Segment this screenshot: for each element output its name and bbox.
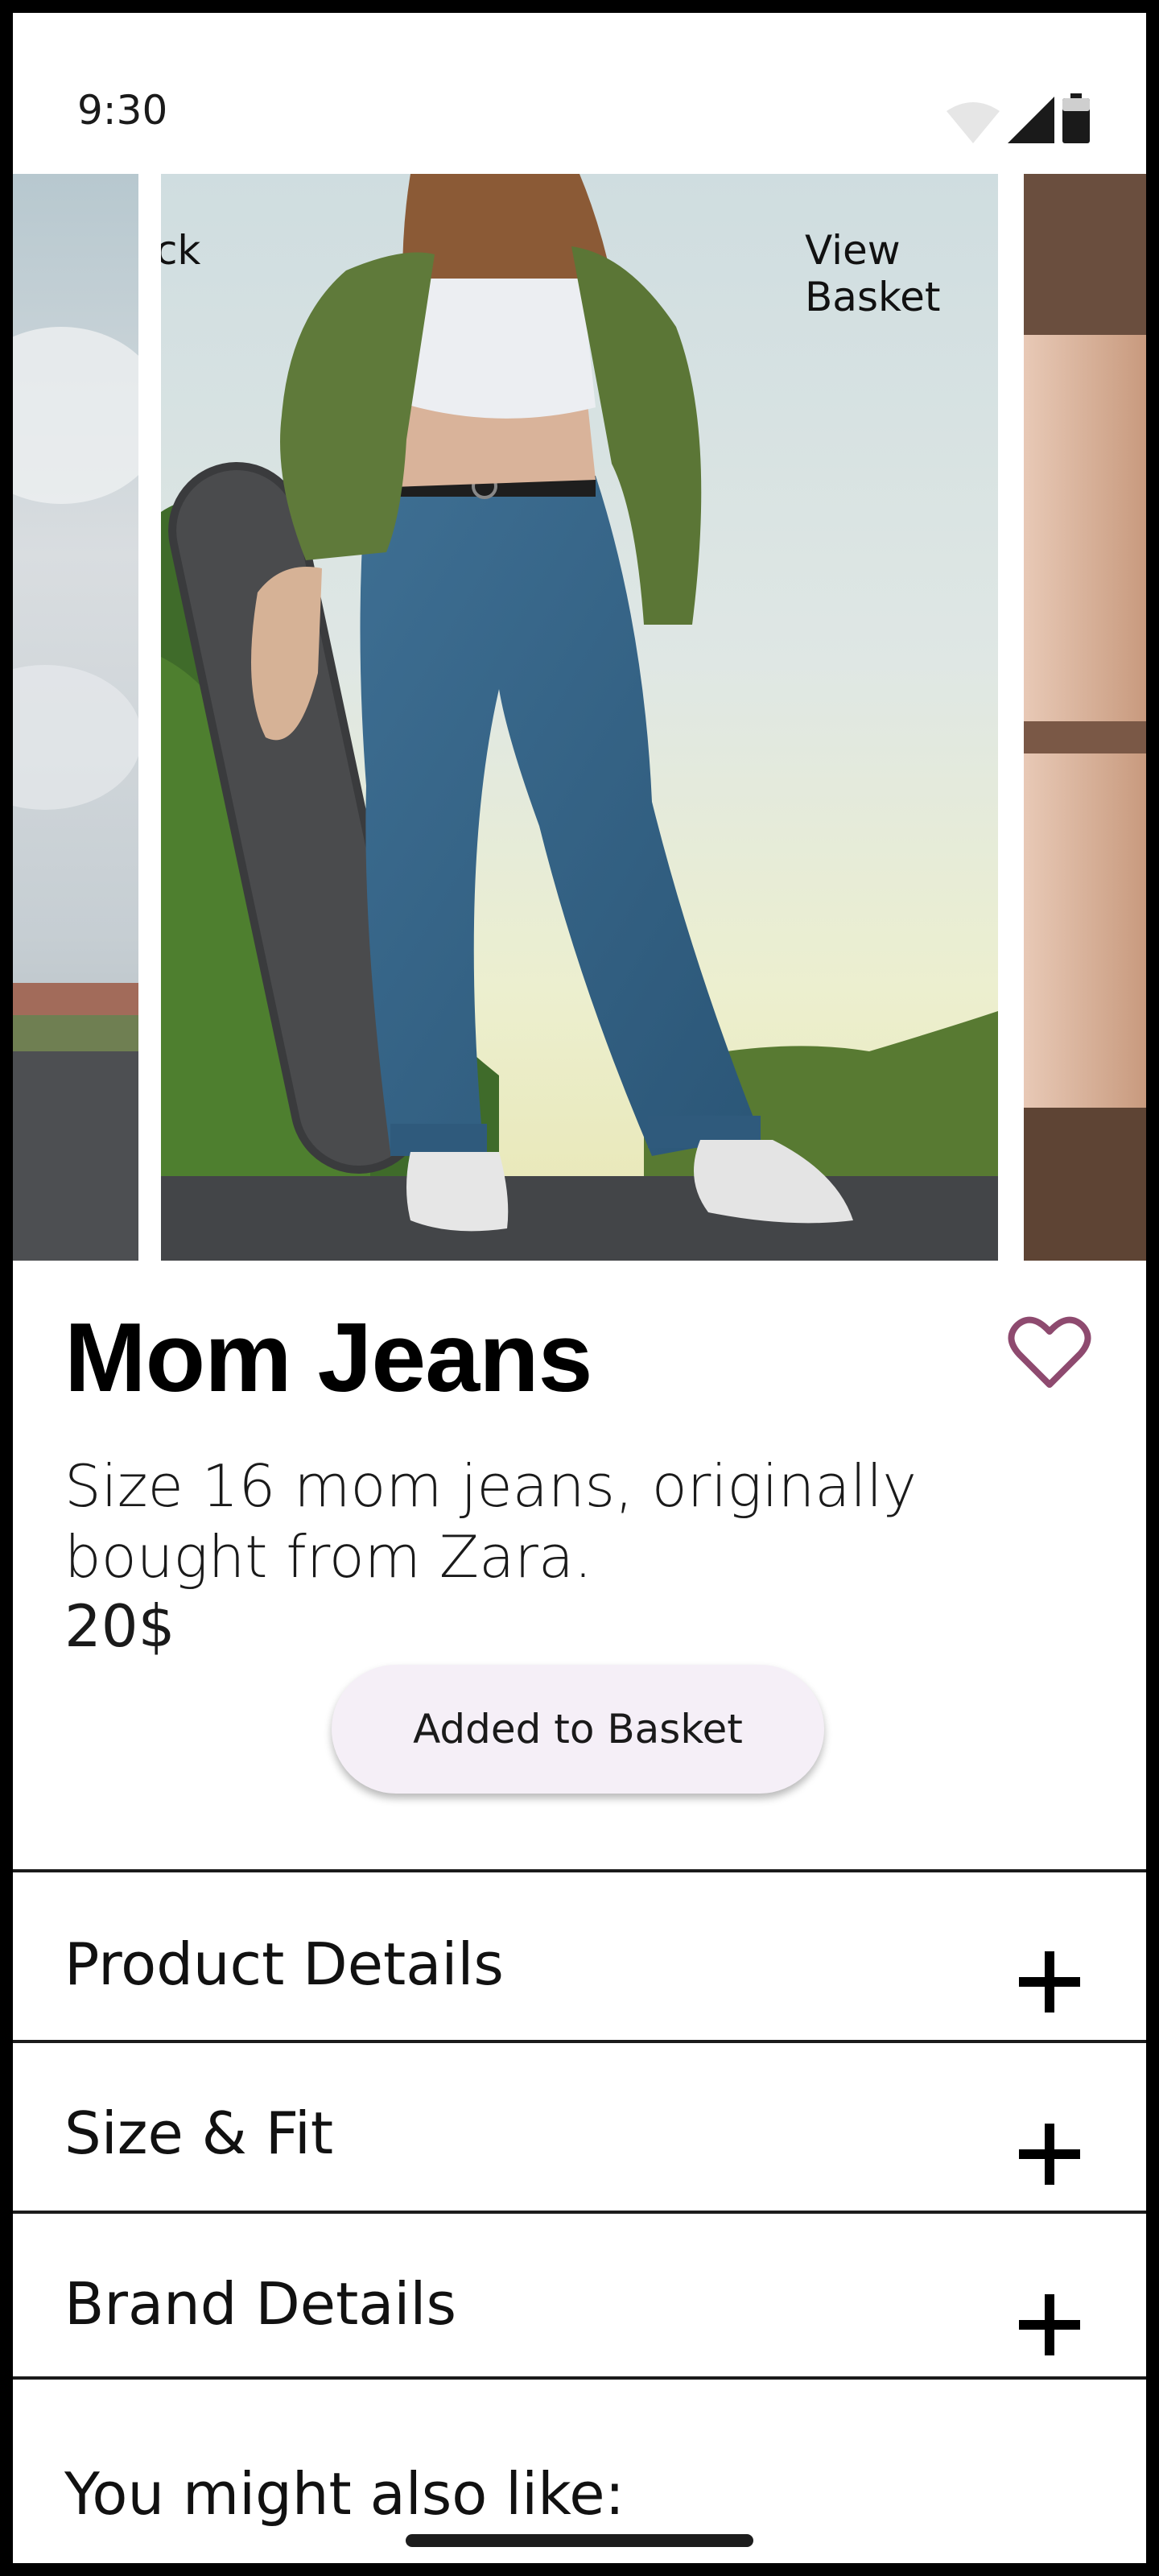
product-image-carousel[interactable]: Back View Basket	[13, 161, 1146, 1261]
view-basket-link[interactable]: View Basket	[805, 227, 998, 320]
status-time: 9:30	[77, 87, 168, 134]
plus-icon[interactable]	[1019, 2124, 1080, 2185]
accordion-label: Size & Fit	[64, 2099, 334, 2167]
signal-icon	[1008, 97, 1054, 143]
accordion-label: Product Details	[64, 1930, 504, 1998]
screen: 9:30 ck View Basket Mom Jeans Size 16 mo…	[13, 13, 1146, 2563]
back-link[interactable]: Back	[161, 227, 200, 274]
accordion-product-details[interactable]: Product Details	[13, 1872, 1146, 2040]
heart-icon[interactable]	[1008, 1314, 1091, 1391]
wifi-icon	[947, 102, 1000, 143]
added-to-basket-button[interactable]: Added to Basket	[332, 1665, 824, 1794]
product-description: Size 16 mom jeans, originally bought fro…	[64, 1452, 917, 1591]
home-indicator[interactable]	[406, 2534, 753, 2547]
main-product-image[interactable]: Back View Basket	[161, 174, 998, 1261]
previous-image[interactable]	[13, 174, 138, 1261]
plus-icon[interactable]	[1019, 2294, 1080, 2355]
status-icons	[947, 93, 1090, 143]
recommendations-heading: You might also like:	[64, 2460, 625, 2528]
next-image[interactable]	[1024, 174, 1146, 1261]
divider	[13, 2376, 1146, 2380]
product-price: 20$	[64, 1592, 175, 1660]
accordion-label: Brand Details	[64, 2270, 456, 2338]
accordion-size-fit[interactable]: Size & Fit	[13, 2043, 1146, 2211]
accordion-brand-details[interactable]: Brand Details	[13, 2214, 1146, 2376]
battery-icon	[1062, 93, 1090, 143]
plus-icon[interactable]	[1019, 1951, 1080, 2013]
product-title: Mom Jeans	[64, 1302, 592, 1412]
status-bar: 9:30	[13, 13, 1146, 161]
